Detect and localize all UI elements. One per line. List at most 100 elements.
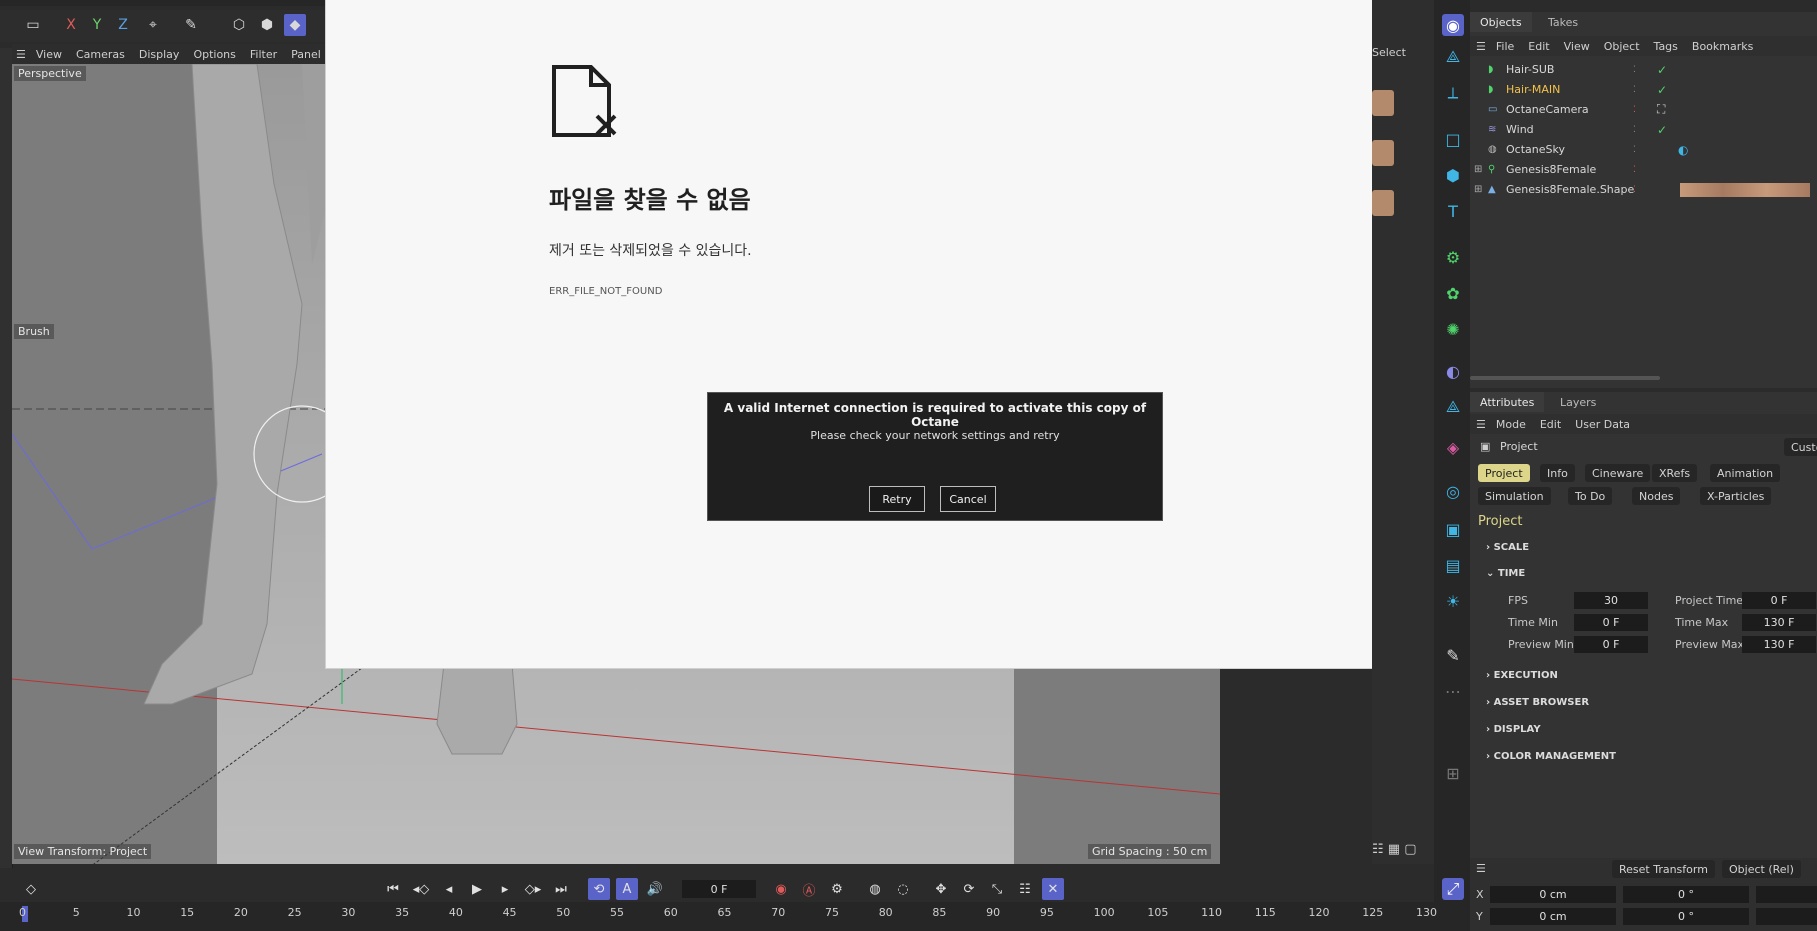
fields-icon[interactable]: ◈: [1442, 436, 1464, 458]
octane-icon[interactable]: ◉: [1442, 14, 1464, 36]
attributes-hamburger-icon[interactable]: ☰: [1476, 418, 1486, 431]
scale-y-field[interactable]: [1756, 908, 1817, 925]
param-key-icon[interactable]: ☷: [1014, 878, 1036, 900]
objects-menu-tags[interactable]: Tags: [1654, 40, 1678, 53]
time-min-field[interactable]: 0 F: [1574, 614, 1648, 631]
tab-layers[interactable]: Layers: [1550, 392, 1606, 412]
objects-menu-bookmarks[interactable]: Bookmarks: [1692, 40, 1753, 53]
position-x-field[interactable]: 0 cm: [1490, 886, 1616, 903]
render-region-icon[interactable]: ▭: [22, 14, 44, 36]
light-icon[interactable]: ☀: [1442, 590, 1464, 612]
move-tool-icon[interactable]: ⟁: [1442, 46, 1464, 68]
next-frame-icon[interactable]: ▸: [494, 878, 516, 900]
tab-attributes[interactable]: Attributes: [1470, 392, 1545, 412]
object-row[interactable]: ◗ Hair-SUB ⁚ ✓: [1470, 60, 1817, 79]
key-rotation-icon[interactable]: ◌: [892, 878, 914, 900]
attributes-menu-edit[interactable]: Edit: [1540, 418, 1561, 431]
viewport-menu-filter[interactable]: Filter: [250, 48, 277, 61]
pill-project[interactable]: Project: [1478, 464, 1530, 482]
material-thumb-2[interactable]: [1372, 140, 1394, 166]
object-row[interactable]: ⊞ ▲ Genesis8Female.Shape ⁚: [1470, 180, 1817, 199]
timeline-ruler[interactable]: 0 5 10 15 20 25 30 35 40 45 50 55 60 65 70 75 80 85 90 95 10…: [0, 902, 1437, 931]
pill-simulation[interactable]: Simulation: [1478, 487, 1551, 505]
autokey-icon[interactable]: Ⓐ: [798, 878, 820, 900]
rectangle-icon[interactable]: □: [1442, 128, 1464, 150]
go-to-start-icon[interactable]: ⏮: [382, 878, 404, 900]
cloner-icon[interactable]: ✿: [1442, 282, 1464, 304]
autokey-mode-icon[interactable]: A: [616, 878, 638, 900]
attributes-menu-mode[interactable]: Mode: [1496, 418, 1526, 431]
coordinate-system-icon[interactable]: ⌖: [142, 14, 164, 36]
objects-menu-view[interactable]: View: [1564, 40, 1590, 53]
fps-field[interactable]: 30: [1574, 592, 1648, 609]
axis-z-button[interactable]: Z: [112, 14, 134, 36]
viewport-menu-display[interactable]: Display: [139, 48, 180, 61]
visibility-dots[interactable]: ⁚: [1633, 125, 1636, 135]
rotation-y-field[interactable]: 0 °: [1623, 908, 1749, 925]
visibility-dots[interactable]: ⁚: [1633, 185, 1636, 195]
play-icon[interactable]: ▶: [466, 878, 488, 900]
camera-target-icon[interactable]: ⛶: [1657, 102, 1665, 117]
current-frame-field[interactable]: 0 F: [682, 880, 756, 898]
project-time-field[interactable]: 0 F: [1742, 592, 1816, 609]
object-row[interactable]: ◗ Hair-MAIN ⁚ ✓: [1470, 80, 1817, 99]
scale-tool-icon[interactable]: ⟂: [1442, 82, 1464, 104]
attributes-menu-user-data[interactable]: User Data: [1575, 418, 1630, 431]
camera-icon[interactable]: ▣: [1442, 518, 1464, 540]
grid-snap-icon[interactable]: ⊞: [1442, 762, 1464, 784]
expand-icon[interactable]: ⊞: [1474, 164, 1482, 175]
preview-max-field[interactable]: 130 F: [1742, 636, 1816, 653]
go-to-end-icon[interactable]: ⏭: [550, 878, 572, 900]
polygons-mode-icon[interactable]: ◆: [284, 14, 306, 36]
select-label[interactable]: Select: [1372, 46, 1406, 59]
rotate-key-icon[interactable]: ⟳: [958, 878, 980, 900]
key-position-icon[interactable]: ◍: [864, 878, 886, 900]
viewport-menu-panel[interactable]: Panel: [291, 48, 321, 61]
pill-cineware[interactable]: Cineware: [1585, 464, 1651, 482]
position-y-field[interactable]: 0 cm: [1490, 908, 1616, 925]
pill-info[interactable]: Info: [1540, 464, 1575, 482]
prev-key-icon[interactable]: ◂◇: [410, 878, 432, 900]
material-tags-strip[interactable]: [1680, 183, 1810, 197]
section-execution[interactable]: › EXECUTION: [1486, 670, 1558, 681]
edges-mode-icon[interactable]: ⬢: [256, 14, 278, 36]
brush-label[interactable]: Brush: [14, 324, 54, 339]
snap-icon[interactable]: ⋯: [1442, 680, 1464, 702]
move-key-icon[interactable]: ✥: [930, 878, 952, 900]
object-row[interactable]: ▭ OctaneCamera ⁚ ⛶: [1470, 100, 1817, 119]
cancel-button[interactable]: Cancel: [940, 486, 996, 512]
visibility-dots[interactable]: ⁚: [1633, 145, 1636, 155]
scale-key-icon[interactable]: ⤡: [986, 878, 1008, 900]
section-scale[interactable]: › SCALE: [1486, 542, 1529, 553]
object-rel-dropdown[interactable]: Object (Rel): [1722, 860, 1801, 878]
loop-icon[interactable]: ⟲: [588, 878, 610, 900]
axis-x-button[interactable]: X: [60, 14, 82, 36]
pla-key-icon[interactable]: ✕: [1042, 878, 1064, 900]
objects-menu-edit[interactable]: Edit: [1528, 40, 1549, 53]
camera-alt-icon[interactable]: ▤: [1442, 554, 1464, 576]
reset-transform-button[interactable]: Reset Transform: [1612, 860, 1715, 878]
custom-dropdown[interactable]: Custo: [1784, 438, 1817, 456]
key-settings-icon[interactable]: ⚙: [826, 878, 848, 900]
time-max-field[interactable]: 130 F: [1742, 614, 1816, 631]
enabled-check-icon[interactable]: ✓: [1657, 63, 1667, 77]
expand-icon[interactable]: ⊞: [1474, 184, 1482, 195]
generator-icon[interactable]: ⚙: [1442, 246, 1464, 268]
environment-icon[interactable]: ◎: [1442, 480, 1464, 502]
sound-icon[interactable]: 🔊: [644, 878, 666, 900]
visibility-dots[interactable]: ⁚: [1633, 85, 1636, 95]
section-asset-browser[interactable]: › ASSET BROWSER: [1486, 697, 1589, 708]
preview-min-field[interactable]: 0 F: [1574, 636, 1648, 653]
tab-objects[interactable]: Objects: [1470, 12, 1532, 32]
objects-menu-file[interactable]: File: [1496, 40, 1514, 53]
pill-x-particles[interactable]: X-Particles: [1700, 487, 1772, 505]
points-mode-icon[interactable]: ⬡: [228, 14, 250, 36]
objects-menu-object[interactable]: Object: [1604, 40, 1640, 53]
viewport-menu-hamburger-icon[interactable]: ☰: [16, 48, 26, 61]
axis-y-button[interactable]: Y: [86, 14, 108, 36]
coord-hamburger-icon[interactable]: ☰: [1476, 862, 1486, 875]
tab-takes[interactable]: Takes: [1538, 12, 1588, 32]
pill-nodes[interactable]: Nodes: [1632, 487, 1681, 505]
text-icon[interactable]: T: [1442, 200, 1464, 222]
octane-tag-icon[interactable]: ◐: [1678, 143, 1688, 157]
